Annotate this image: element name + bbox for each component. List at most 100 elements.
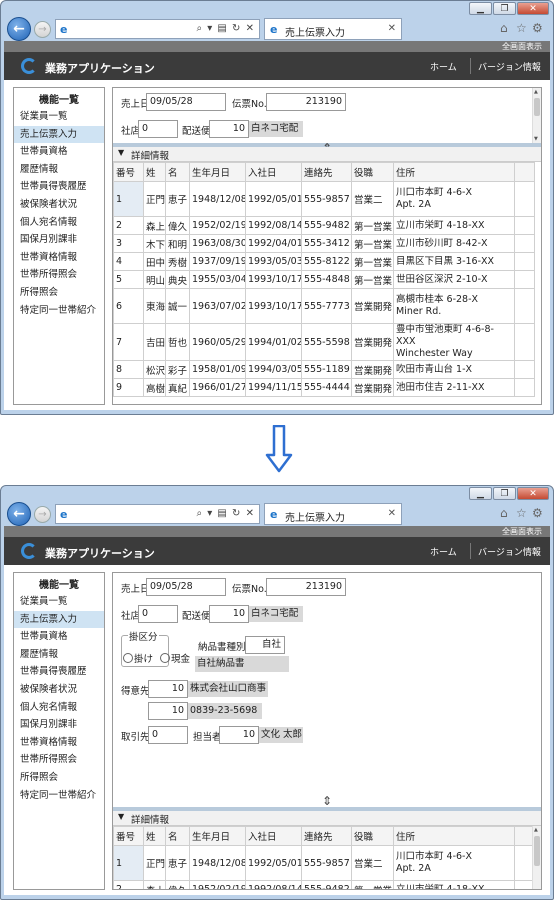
address-bar[interactable]: e ⌕ ▾ ▤ ↻ ✕ bbox=[55, 504, 260, 524]
table-cell[interactable]: 1992/08/14 bbox=[245, 216, 302, 235]
table-cell[interactable]: 1948/12/08 bbox=[189, 181, 246, 217]
table-cell-address[interactable]: 高槻市桂本 6-28-X Miner Rd. bbox=[393, 288, 515, 324]
table-cell[interactable]: 2 bbox=[113, 216, 144, 235]
table-cell[interactable]: 吉田 bbox=[143, 323, 166, 361]
collapse-icon[interactable]: ▼ bbox=[118, 812, 124, 821]
table-cell[interactable]: 555-4848 bbox=[301, 270, 352, 289]
address-bar[interactable]: e ⌕ ▾ ▤ ↻ ✕ bbox=[55, 19, 260, 39]
sidebar-item-household-income[interactable]: 世帯所得照会 bbox=[14, 751, 104, 769]
sales-date-input[interactable]: 09/05/28 bbox=[146, 578, 226, 596]
table-row[interactable]: 5 明山 典央 1955/03/04 1993/10/17 555-4848 第一営業 世田谷… bbox=[113, 270, 535, 289]
collapse-icon[interactable]: ▼ bbox=[118, 148, 124, 157]
table-row[interactable]: 6 東海 誠一 1963/07/02 1993/10/17 555-7773 営業開発 高槻市… bbox=[113, 288, 535, 324]
table-cell[interactable]: 555-9857 bbox=[301, 181, 352, 217]
table-cell[interactable]: 明山 bbox=[143, 270, 166, 289]
table-cell-address[interactable]: 川口市本町 4-6-X Apt. 2A bbox=[393, 181, 515, 217]
table-cell[interactable]: 偉久 bbox=[165, 880, 190, 889]
slip-no-input[interactable]: 213190 bbox=[266, 578, 346, 596]
payment-credit-radio[interactable]: 掛け bbox=[123, 651, 153, 665]
table-cell[interactable]: 1992/05/01 bbox=[245, 181, 302, 217]
table-cell[interactable]: 9 bbox=[113, 378, 144, 397]
table-cell[interactable]: 555-3412 bbox=[301, 234, 352, 253]
star-icon[interactable]: ☆ bbox=[516, 506, 527, 520]
table-cell[interactable]: 森上 bbox=[143, 880, 166, 889]
sidebar-item-same-household[interactable]: 特定同一世帯紹介 bbox=[14, 787, 104, 805]
table-cell[interactable]: 1 bbox=[113, 181, 144, 217]
table-cell[interactable]: 3 bbox=[113, 234, 144, 253]
sidebar-item-personal-address[interactable]: 個人宛名情報 bbox=[14, 699, 104, 717]
maximize-button[interactable]: ❐ bbox=[493, 2, 516, 15]
column-header[interactable]: 連絡先 bbox=[301, 162, 352, 182]
column-header[interactable]: 番号 bbox=[113, 826, 144, 846]
table-cell[interactable]: 1993/05/03 bbox=[245, 252, 302, 271]
form-scrollbar[interactable]: ▲ ▼ bbox=[532, 88, 541, 143]
sidebar-item-personal-address[interactable]: 個人宛名情報 bbox=[14, 214, 104, 232]
table-row[interactable]: 4 田中 秀樹 1937/09/19 1993/05/03 555-8122 第一営業 目黒区… bbox=[113, 252, 535, 271]
minimize-button[interactable]: ▁ bbox=[469, 487, 492, 500]
table-cell[interactable]: 第一営業 bbox=[351, 270, 394, 289]
sidebar-item-employee-list[interactable]: 従業員一覧 bbox=[14, 108, 104, 126]
table-cell[interactable]: 第一営業 bbox=[351, 880, 394, 889]
sidebar-item-sales-slip[interactable]: 売上伝票入力 bbox=[14, 125, 104, 144]
payment-cash-radio[interactable]: 現金 bbox=[160, 651, 190, 665]
table-cell[interactable]: 1 bbox=[113, 845, 144, 881]
column-header[interactable]: 生年月日 bbox=[189, 162, 246, 182]
table-cell[interactable]: 1952/02/19 bbox=[189, 880, 246, 889]
column-header[interactable]: 住所 bbox=[393, 826, 515, 846]
forward-button[interactable]: → bbox=[34, 21, 51, 38]
table-cell-address[interactable]: 目黒区下目黒 3-16-XX bbox=[393, 252, 515, 271]
table-row[interactable]: 9 高樹 真紀 1966/01/27 1994/11/15 555-4444 営業開発 池田市… bbox=[113, 378, 535, 397]
grid-scrollbar[interactable]: ▲ bbox=[532, 826, 541, 889]
table-cell[interactable]: 5 bbox=[113, 270, 144, 289]
home-icon[interactable]: ⌂ bbox=[500, 506, 508, 520]
table-cell[interactable]: 和明 bbox=[165, 234, 190, 253]
table-cell[interactable]: 1994/01/02 bbox=[245, 323, 302, 361]
table-cell[interactable]: 555-5598 bbox=[301, 323, 352, 361]
fullscreen-link[interactable]: 全画面表示 bbox=[4, 526, 550, 537]
table-cell[interactable]: 営業開発 bbox=[351, 323, 394, 361]
table-cell[interactable]: 2 bbox=[113, 880, 144, 889]
table-cell[interactable]: 哲也 bbox=[165, 323, 190, 361]
scroll-thumb[interactable] bbox=[534, 98, 540, 116]
scroll-down-icon[interactable]: ▼ bbox=[534, 136, 538, 142]
table-row[interactable]: 1 正門 恵子 1948/12/08 1992/05/01 555-9857 営業二 川口市本… bbox=[113, 845, 535, 881]
sidebar-item-qualification-info[interactable]: 世帯資格情報 bbox=[14, 249, 104, 267]
table-cell[interactable]: 1963/08/30 bbox=[189, 234, 246, 253]
sidebar-item-income-inquiry[interactable]: 所得照会 bbox=[14, 769, 104, 787]
table-cell[interactable]: 555-4444 bbox=[301, 378, 352, 397]
sidebar-item-same-household[interactable]: 特定同一世帯紹介 bbox=[14, 302, 104, 320]
close-window-button[interactable]: ✕ bbox=[517, 487, 549, 500]
table-cell[interactable]: 彩子 bbox=[165, 360, 190, 379]
sidebar-item-household-income[interactable]: 世帯所得照会 bbox=[14, 266, 104, 284]
table-cell[interactable]: 555-1189 bbox=[301, 360, 352, 379]
browser-tab[interactable]: e 売上伝票入力 ✕ bbox=[264, 503, 402, 525]
nav-version[interactable]: バージョン情報 bbox=[478, 60, 541, 73]
table-cell[interactable]: 営業二 bbox=[351, 845, 394, 881]
table-cell[interactable]: 1937/09/19 bbox=[189, 252, 246, 271]
tab-close-icon[interactable]: ✕ bbox=[388, 23, 396, 34]
table-cell[interactable]: 木下 bbox=[143, 234, 166, 253]
table-cell[interactable]: 1963/07/02 bbox=[189, 288, 246, 324]
nav-home[interactable]: ホーム bbox=[430, 60, 457, 73]
tab-close-icon[interactable]: ✕ bbox=[388, 508, 396, 519]
table-cell[interactable]: 正門 bbox=[143, 845, 166, 881]
column-header[interactable]: 役職 bbox=[351, 826, 394, 846]
detail-section-header[interactable]: ▼ 詳細情報 bbox=[113, 147, 541, 162]
table-cell[interactable]: 7 bbox=[113, 323, 144, 361]
column-header[interactable]: 入社日 bbox=[245, 826, 302, 846]
invoice-type-input[interactable]: 自社 bbox=[245, 636, 285, 654]
delivery-code-input[interactable]: 10 bbox=[209, 605, 249, 623]
sidebar-item-income-inquiry[interactable]: 所得照会 bbox=[14, 284, 104, 302]
delivery-code-input[interactable]: 10 bbox=[209, 120, 249, 138]
slip-no-input[interactable]: 213190 bbox=[266, 93, 346, 111]
table-cell[interactable]: 田中 bbox=[143, 252, 166, 271]
column-header[interactable]: 入社日 bbox=[245, 162, 302, 182]
sidebar-item-qualification-info[interactable]: 世帯資格情報 bbox=[14, 734, 104, 752]
table-cell[interactable]: 1993/10/17 bbox=[245, 288, 302, 324]
table-cell-address[interactable]: 池田市住吉 2-11-XX bbox=[393, 378, 515, 397]
column-header[interactable]: 名 bbox=[165, 826, 190, 846]
sidebar-item-sales-slip[interactable]: 売上伝票入力 bbox=[14, 610, 104, 629]
forward-button[interactable]: → bbox=[34, 506, 51, 523]
table-cell[interactable]: 1993/10/17 bbox=[245, 270, 302, 289]
fullscreen-link[interactable]: 全画面表示 bbox=[4, 41, 550, 52]
